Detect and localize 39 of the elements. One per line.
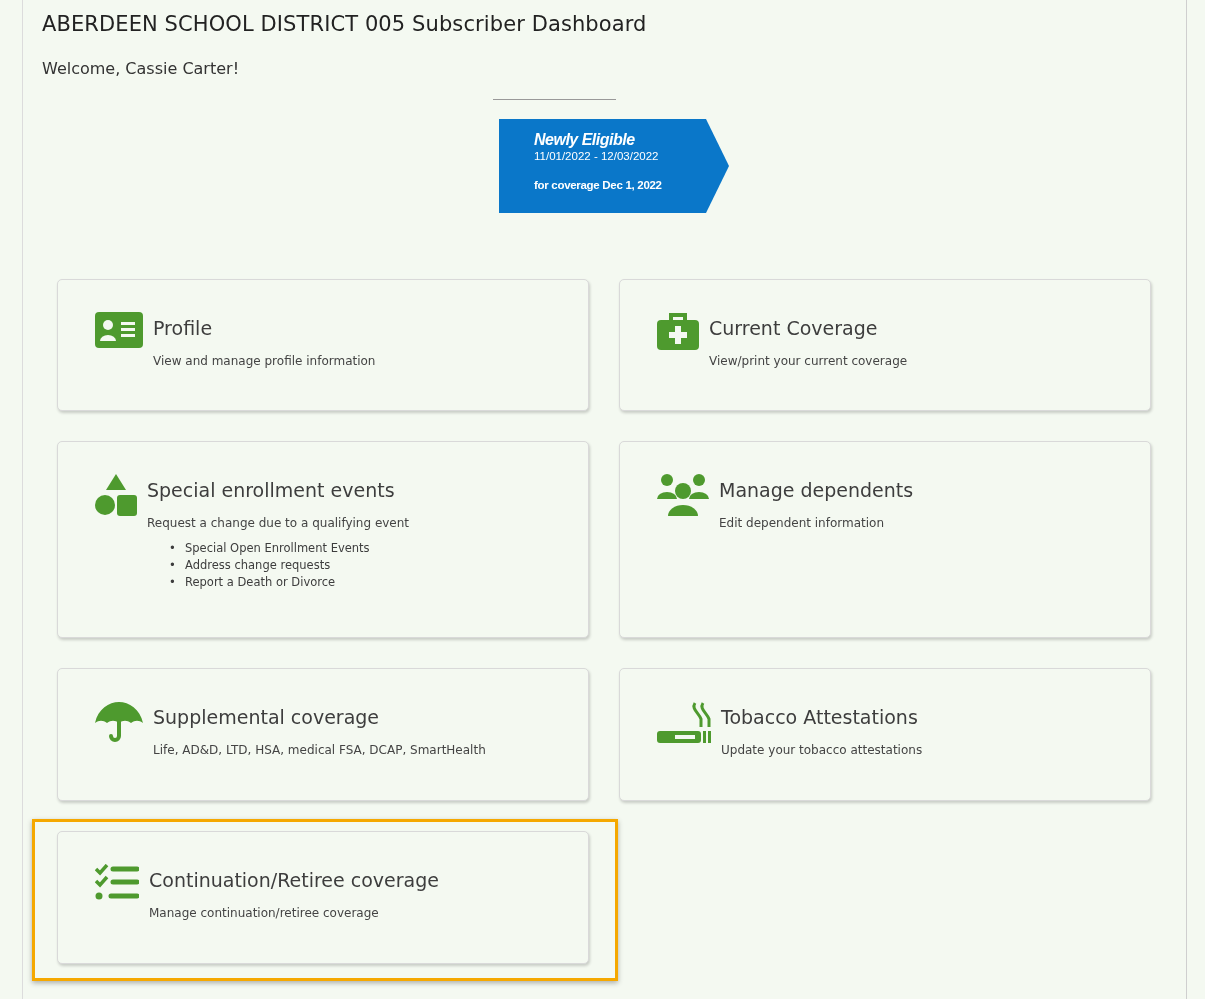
page-title: ABERDEEN SCHOOL DISTRICT 005 Subscriber Dashboard [42, 11, 648, 36]
dashboard-card[interactable]: Current Coverage View/print your current coverage [619, 279, 1151, 411]
people-icon [657, 474, 709, 516]
card-description: Request a change due to a qualifying event [147, 516, 410, 530]
card-description: View/print your current coverage [709, 354, 908, 368]
dashboard-card[interactable]: Manage dependents Edit dependent information [619, 441, 1151, 638]
banner-dates: 11/01/2022 - 12/03/2022 [534, 150, 660, 162]
dashboard-card[interactable]: Continuation/Retiree coverage Manage continuation/retiree coverage [57, 831, 589, 964]
shapes-icon [95, 474, 137, 516]
checklist-icon [95, 864, 139, 900]
card-title: Special enrollment events [147, 479, 396, 501]
card-description: Update your tobacco attestations [721, 743, 923, 757]
dashboard-card[interactable]: Tobacco Attestations Update your tobacco attestations [619, 668, 1151, 801]
bullet-marker: • [169, 557, 177, 574]
bullet-item: Special Open Enrollment Events [185, 540, 370, 557]
card-title: Current Coverage [709, 317, 879, 339]
medical-kit-icon [657, 312, 699, 350]
card-title: Profile [153, 317, 214, 339]
banner-note: for coverage Dec 1, 2022 [534, 179, 663, 191]
cigarette-icon [657, 701, 711, 743]
card-title: Supplemental coverage [153, 706, 381, 728]
bullet-marker: • [169, 540, 177, 557]
id-card-icon [95, 312, 143, 348]
card-description: Edit dependent information [719, 516, 886, 530]
bullet-item: Report a Death or Divorce [185, 574, 336, 591]
dashboard-card[interactable]: Profile View and manage profile information [57, 279, 589, 411]
card-description: View and manage profile information [153, 354, 376, 368]
card-description: Life, AD&D, LTD, HSA, medical FSA, DCAP, SmartHealth [153, 743, 486, 757]
bullet-marker: • [169, 574, 177, 591]
bullet-item: Address change requests [185, 557, 331, 574]
dashboard-card[interactable]: Supplemental coverage Life, AD&D, LTD, HSA, medical FSA, DCAP, SmartHealth [57, 668, 589, 801]
card-title: Manage dependents [719, 479, 914, 501]
banner-heading: Newly Eligible [534, 131, 636, 149]
umbrella-icon [95, 701, 143, 743]
dashboard-card[interactable]: Special enrollment events Request a change due to a qualifying event • Special Open Enrollment Events • Address change requests • Report a Death or Divorce [57, 441, 589, 638]
welcome-text: Welcome, Cassie Carter! [42, 59, 241, 78]
card-description: Manage continuation/retiree coverage [149, 906, 380, 920]
card-title: Tobacco Attestations [721, 706, 919, 728]
card-title: Continuation/Retiree coverage [149, 869, 439, 891]
